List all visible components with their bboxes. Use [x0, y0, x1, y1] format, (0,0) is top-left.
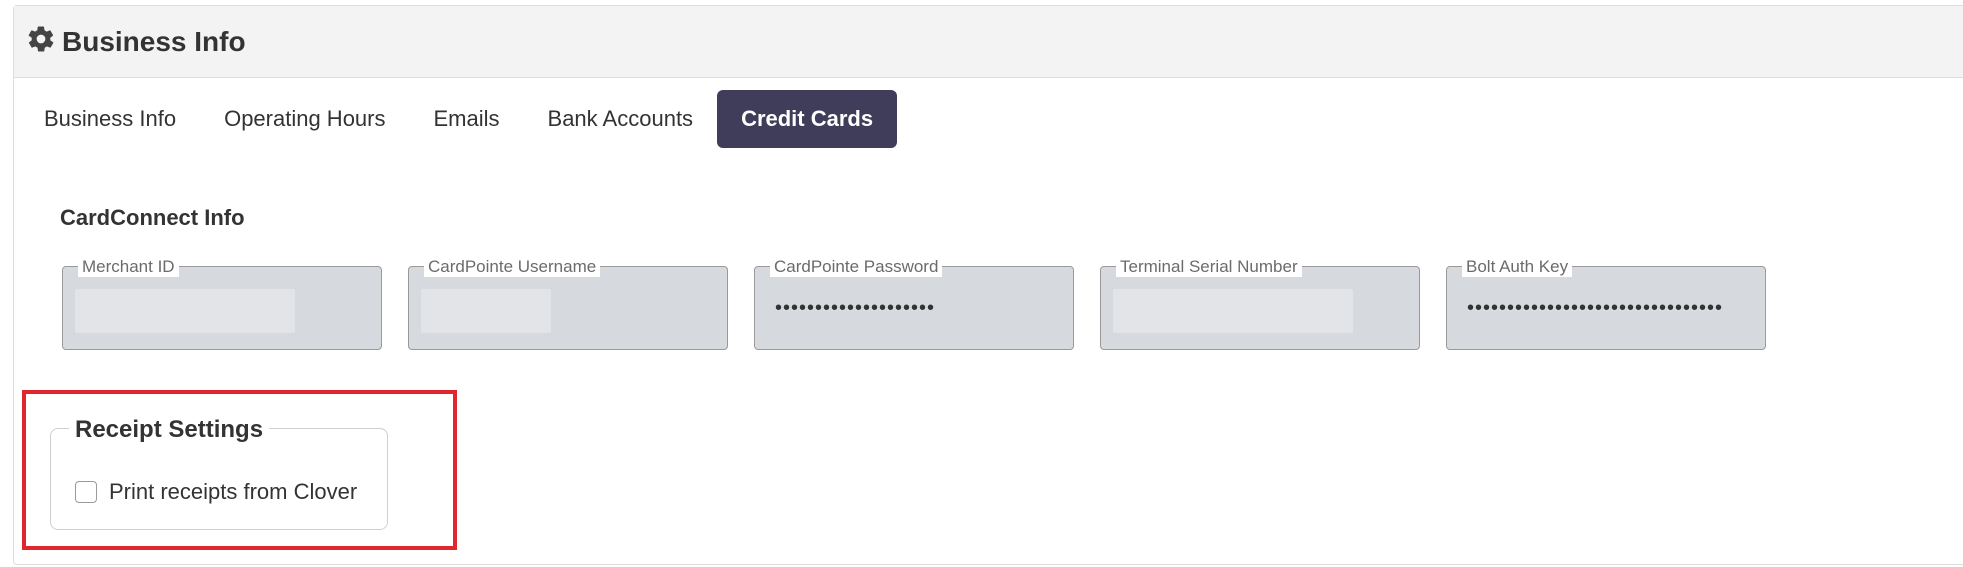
receipt-settings-fieldset: Receipt Settings Print receipts from Clo…	[50, 416, 388, 530]
page-title: Business Info	[62, 25, 246, 57]
tab-bar: Business Info Operating Hours Emails Ban…	[20, 90, 898, 148]
tab-emails[interactable]: Emails	[410, 90, 524, 148]
tab-operating-hours[interactable]: Operating Hours	[200, 90, 409, 148]
terminal-serial-number-field[interactable]: Terminal Serial Number	[1100, 257, 1420, 350]
tab-credit-cards[interactable]: Credit Cards	[717, 90, 898, 148]
terminal-serial-number-redacted-value	[1113, 289, 1353, 333]
merchant-id-redacted-value	[75, 289, 295, 333]
cardpointe-password-value: ••••••••••••••••••••	[775, 297, 936, 319]
merchant-id-label: Merchant ID	[78, 257, 179, 277]
cardpointe-username-label: CardPointe Username	[424, 257, 601, 277]
cardconnect-section-title: CardConnect Info	[60, 205, 245, 230]
print-from-clover-checkbox[interactable]	[75, 481, 97, 503]
bolt-auth-key-field[interactable]: Bolt Auth Key ••••••••••••••••••••••••••…	[1446, 257, 1766, 350]
merchant-id-field[interactable]: Merchant ID	[62, 257, 382, 350]
tab-business-info[interactable]: Business Info	[20, 90, 200, 148]
print-from-clover-row[interactable]: Print receipts from Clover	[75, 479, 357, 505]
bolt-auth-key-value: ••••••••••••••••••••••••••••••••	[1467, 297, 1724, 319]
bolt-auth-key-label: Bolt Auth Key	[1462, 257, 1573, 277]
panel-header: Business Info	[14, 6, 1963, 78]
cardpointe-username-field[interactable]: CardPointe Username	[408, 257, 728, 350]
gear-icon	[28, 25, 54, 52]
print-from-clover-label[interactable]: Print receipts from Clover	[109, 479, 357, 505]
terminal-serial-number-label: Terminal Serial Number	[1116, 257, 1302, 277]
cardpointe-username-redacted-value	[421, 289, 551, 333]
cardpointe-password-field[interactable]: CardPointe Password ••••••••••••••••••••	[754, 257, 1074, 350]
cardpointe-password-label: CardPointe Password	[770, 257, 943, 277]
tab-bank-accounts[interactable]: Bank Accounts	[524, 90, 718, 148]
receipt-settings-title: Receipt Settings	[69, 416, 270, 444]
